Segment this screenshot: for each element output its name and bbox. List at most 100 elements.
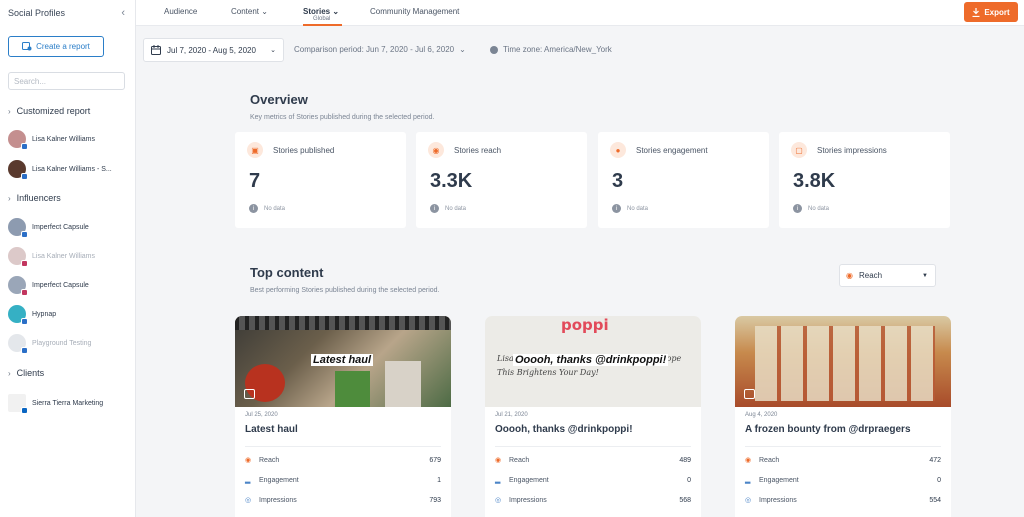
content-card[interactable]: Latest haul Jul 25, 2020 Latest haul ◉ Re…: [235, 316, 451, 517]
info-icon[interactable]: i: [612, 204, 621, 213]
metric-label: Stories published: [273, 146, 335, 155]
top-content-title: Top content: [250, 265, 324, 280]
profile-item[interactable]: Lisa Kalner Williams - S...: [8, 160, 132, 180]
profile-item[interactable]: Playground Testing: [8, 334, 132, 354]
facebook-icon: [21, 231, 28, 238]
content-card[interactable]: poppi Lisa, We More Bubbles in your Life…: [485, 316, 701, 517]
metric-label: Stories reach: [454, 146, 502, 155]
eye-icon: ◎: [745, 497, 752, 504]
impressions-value: 793: [429, 496, 441, 504]
thumbnail-detail: [335, 371, 370, 407]
metric-note-text: No data: [808, 205, 830, 212]
instagram-icon: [21, 289, 28, 296]
engagement-row: ▂ Engagement 1: [245, 476, 441, 485]
group-customized-report[interactable]: › Customized report: [8, 106, 90, 116]
story-title: Latest haul: [245, 424, 298, 435]
tab-content[interactable]: Content ⌄: [231, 7, 268, 16]
profile-item[interactable]: Imperfect Capsule: [8, 276, 132, 296]
create-report-button[interactable]: Create a report: [8, 36, 104, 57]
engagement-value: 1: [437, 476, 441, 484]
thumbnail-detail: [755, 326, 935, 401]
date-range-value: Jul 7, 2020 - Aug 5, 2020: [167, 45, 256, 55]
engagement-icon: ▂: [495, 477, 501, 484]
row-label: Engagement: [759, 476, 799, 484]
create-report-icon: [22, 42, 32, 51]
chevron-right-icon: ›: [8, 106, 11, 116]
metric-value: 7: [249, 170, 261, 192]
metric-note-text: No data: [264, 205, 286, 212]
info-icon[interactable]: i: [793, 204, 802, 213]
chevron-down-icon: ⌄: [261, 7, 268, 16]
avatar: [8, 334, 28, 354]
profile-item[interactable]: Lisa Kalner Williams: [8, 247, 132, 267]
search-input[interactable]: [8, 72, 125, 90]
avatar: [8, 394, 28, 414]
metric-label: Stories impressions: [817, 146, 887, 155]
engagement-icon: ●: [610, 142, 626, 158]
profile-name: Lisa Kalner Williams: [32, 135, 96, 143]
metric-value: 3.8K: [793, 170, 836, 192]
story-overlay-text: Latest haul: [311, 354, 374, 366]
reach-row: ◉ Reach 472: [745, 456, 941, 465]
group-clients[interactable]: › Clients: [8, 368, 44, 378]
avatar: [8, 130, 28, 150]
impressions-value: 568: [679, 496, 691, 504]
caret-down-icon: ▼: [922, 273, 928, 279]
linkedin-icon: [21, 407, 28, 414]
avatar: [8, 160, 28, 180]
divider: [745, 446, 941, 447]
row-label: Impressions: [759, 496, 797, 504]
comparison-period[interactable]: Comparison period: Jun 7, 2020 - Jul 6, …: [294, 45, 466, 54]
sort-metric-select[interactable]: ◉ Reach ▼: [839, 264, 936, 287]
profile-item[interactable]: Imperfect Capsule: [8, 218, 132, 238]
profile-name: Imperfect Capsule: [32, 223, 89, 231]
story-overlay-text: Ooooh, thanks @drinkpoppi!: [513, 354, 669, 366]
tab-label: Stories: [303, 7, 331, 16]
impressions-row: ◎ Impressions 568: [495, 496, 691, 505]
tab-stories[interactable]: Stories ⌄: [303, 7, 339, 16]
collapse-sidebar-icon[interactable]: ‹: [121, 7, 125, 19]
info-icon[interactable]: i: [430, 204, 439, 213]
info-icon[interactable]: i: [249, 204, 258, 213]
thumbnail-detail: [235, 316, 451, 330]
profile-item[interactable]: Hypnap: [8, 305, 132, 325]
avatar: [8, 247, 28, 267]
facebook-icon: [21, 173, 28, 180]
content-card[interactable]: Aug 4, 2020 A frozen bounty from @drprae…: [735, 316, 951, 517]
export-label: Export: [984, 7, 1010, 17]
row-label: Reach: [759, 456, 780, 464]
tab-community-management[interactable]: Community Management: [370, 7, 459, 16]
reach-value: 679: [429, 456, 441, 464]
profile-name: Sierra Tierra Marketing: [32, 399, 104, 407]
story-thumbnail: [735, 316, 951, 407]
group-label: Clients: [16, 368, 45, 378]
group-label: Customized report: [16, 106, 91, 116]
top-content-subtitle: Best performing Stories published during…: [250, 287, 440, 294]
impressions-icon: ▢: [791, 142, 807, 158]
tab-audience[interactable]: Audience: [164, 7, 197, 16]
profile-item[interactable]: Sierra Tierra Marketing: [8, 394, 132, 414]
tab-label: Content: [231, 7, 260, 16]
metric-card-stories-reach: ◉ Stories reach 3.3K i No data: [416, 132, 587, 228]
story-thumbnail: Latest haul: [235, 316, 451, 407]
avatar: [8, 218, 28, 238]
metric-note: i No data: [249, 204, 285, 213]
avatar: [8, 305, 28, 325]
story-title: Ooooh, thanks @drinkpoppi!: [495, 424, 633, 435]
top-navigation: Audience Content ⌄ Stories ⌄ Global Comm…: [136, 0, 1024, 26]
image-icon: [244, 389, 255, 399]
group-influencers[interactable]: › Influencers: [8, 193, 61, 203]
calendar-icon: [151, 45, 161, 55]
metric-card-stories-impressions: ▢ Stories impressions 3.8K i No data: [779, 132, 950, 228]
date-range-picker[interactable]: Jul 7, 2020 - Aug 5, 2020 ⌄: [143, 38, 284, 62]
chevron-down-icon: ⌄: [459, 45, 466, 54]
thumbnail-detail: [385, 361, 421, 407]
overview-subtitle: Key metrics of Stories published during …: [250, 114, 435, 121]
export-button[interactable]: Export: [964, 2, 1018, 22]
tab-sub-label: Global: [313, 16, 331, 22]
divider: [495, 446, 691, 447]
facebook-icon: [21, 143, 28, 150]
profile-item[interactable]: Lisa Kalner Williams: [8, 130, 132, 150]
sidebar-header: Social Profiles ‹: [0, 0, 135, 26]
metric-note-text: No data: [445, 205, 467, 212]
